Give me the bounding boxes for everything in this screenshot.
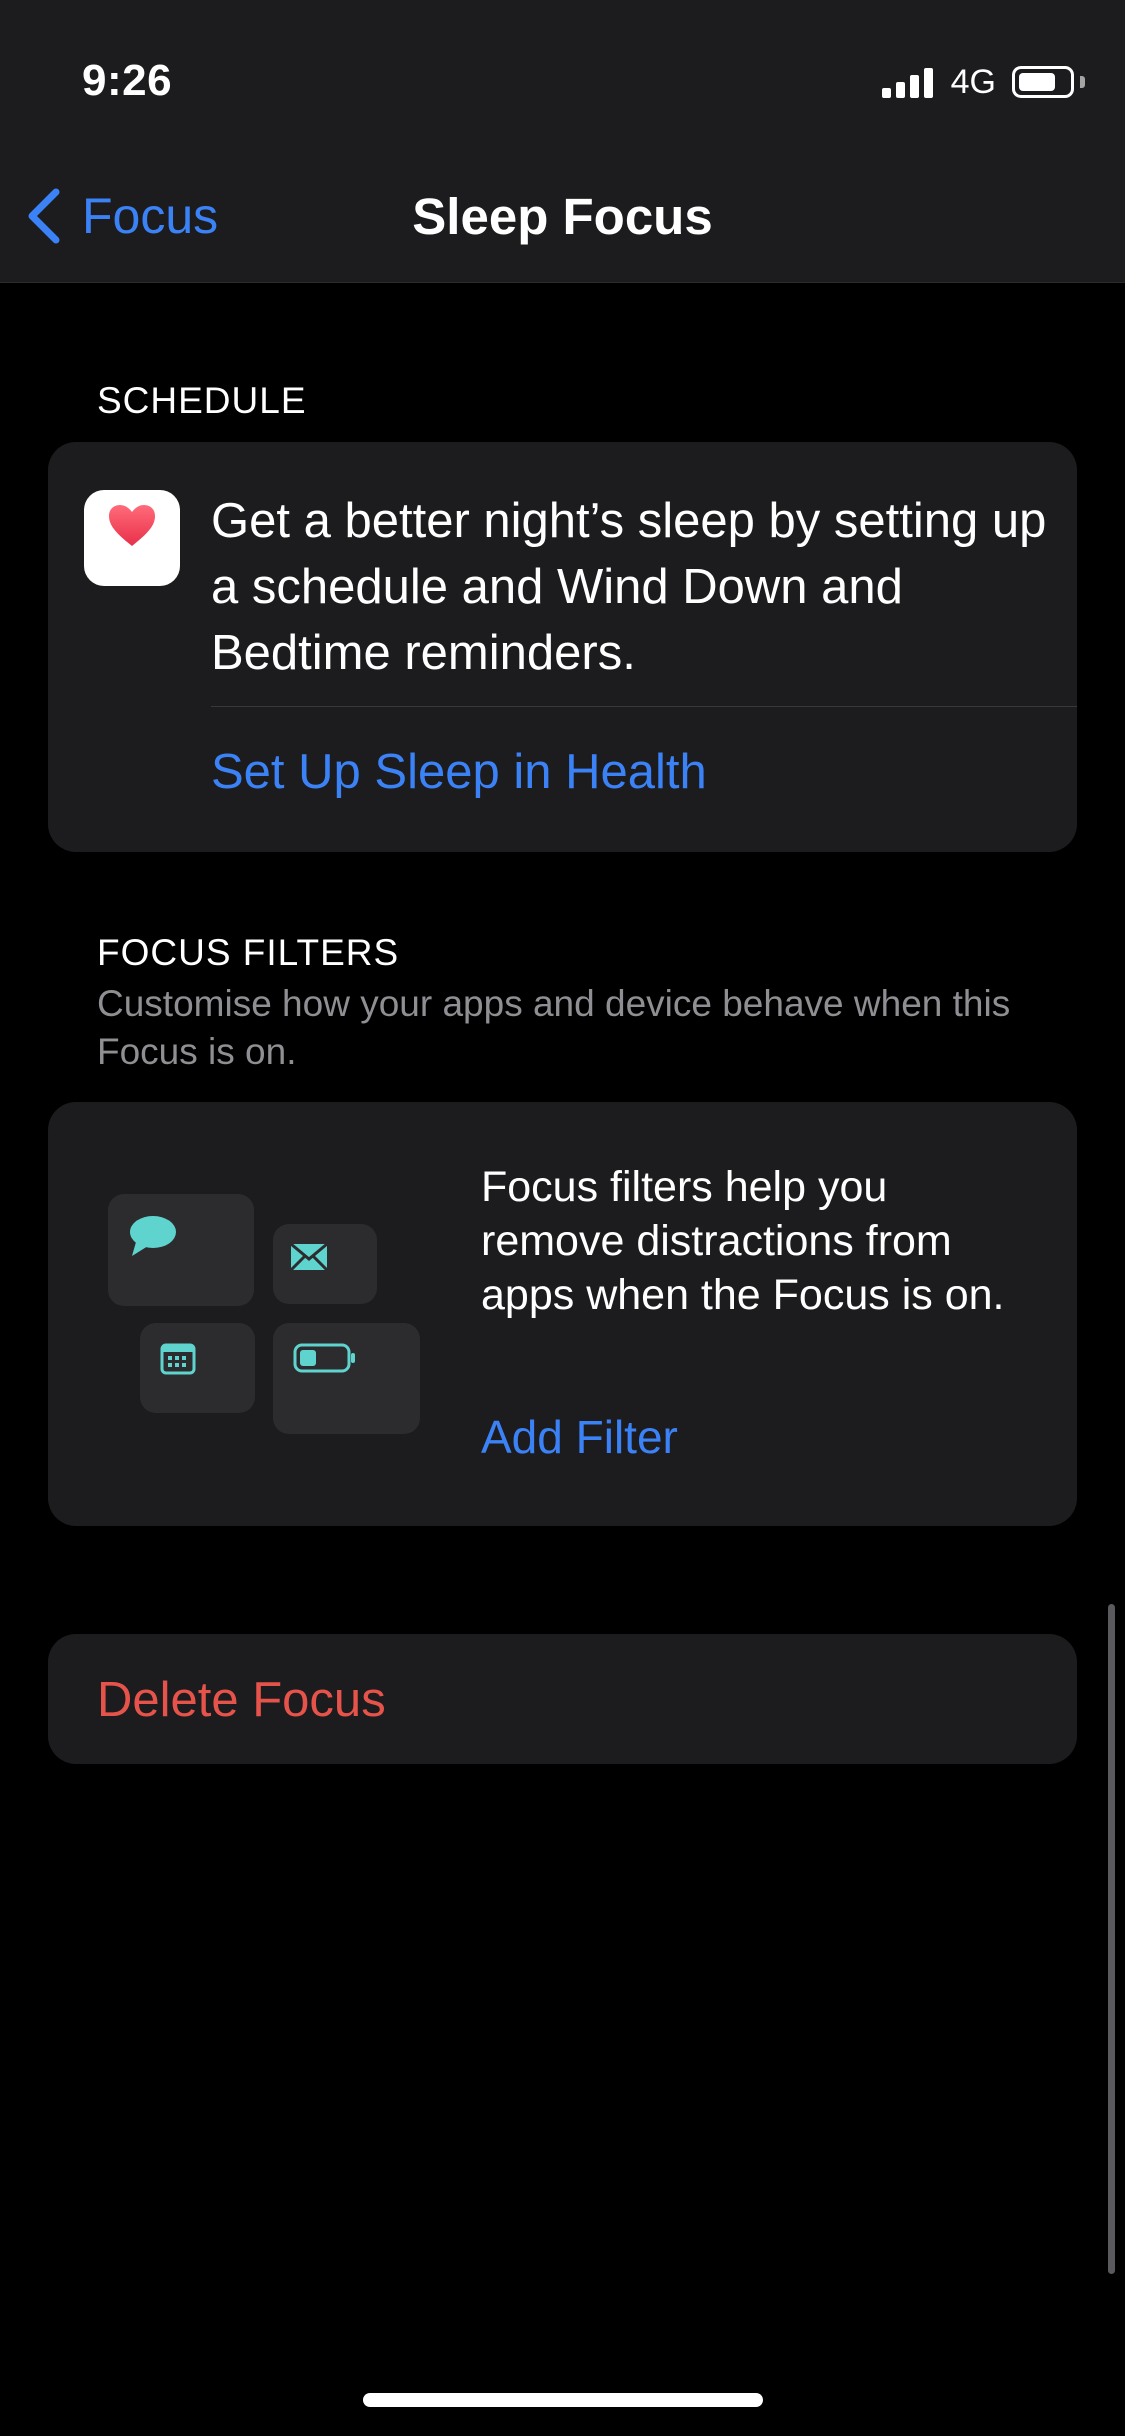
page-title: Sleep Focus [412, 188, 713, 245]
health-heart-icon [84, 490, 180, 586]
add-filter-button[interactable]: Add Filter [481, 1410, 678, 1464]
focus-filters-subtitle: Customise how your apps and device behav… [97, 983, 1011, 1072]
status-indicators: 4G [881, 62, 1085, 102]
sleep-focus-screen: 9:26 4G Focus Sleep Focus SCHEDULE Get a… [0, 0, 1125, 2436]
schedule-section-header: SCHEDULE [97, 380, 307, 421]
schedule-card: Get a better night’s sleep by setting up… [48, 442, 1077, 852]
battery-icon [1012, 66, 1074, 98]
home-indicator[interactable] [363, 2393, 763, 2407]
filter-tile-battery [273, 1323, 420, 1434]
mail-icon [289, 1242, 329, 1272]
focus-filters-card: Focus filters help you remove distractio… [48, 1102, 1077, 1526]
battery-tip [1080, 76, 1085, 88]
scrollbar[interactable] [1108, 1604, 1115, 2274]
message-bubble-icon [130, 1216, 176, 1256]
status-time: 9:26 [82, 56, 173, 105]
focus-filters-section-header: FOCUS FILTERS [97, 932, 400, 973]
nav-header: 9:26 4G Focus Sleep Focus [0, 0, 1125, 283]
setup-sleep-link[interactable]: Set Up Sleep in Health [211, 744, 707, 800]
schedule-description: Get a better night’s sleep by setting up… [211, 494, 1047, 680]
focus-filters-description: Focus filters help you remove distractio… [481, 1163, 1005, 1319]
delete-focus-button[interactable]: Delete Focus [48, 1634, 1077, 1764]
calendar-icon [160, 1343, 196, 1375]
cellular-signal-icon [881, 66, 933, 98]
battery-icon [293, 1343, 355, 1373]
delete-focus-label: Delete Focus [97, 1673, 386, 1727]
filter-tile-mail [273, 1224, 377, 1304]
filter-tile-calendar [140, 1323, 255, 1413]
divider [211, 706, 1077, 707]
filter-tile-messages [108, 1194, 254, 1306]
network-type: 4G [950, 62, 996, 101]
